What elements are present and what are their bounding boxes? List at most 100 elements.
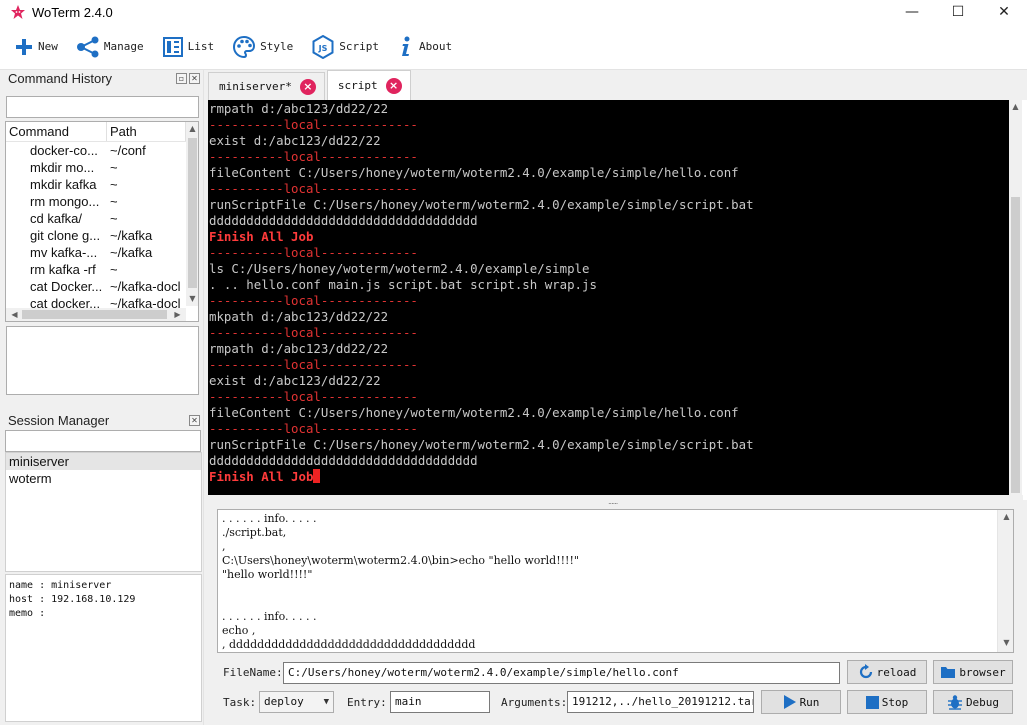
scroll-down-icon[interactable]: ▼ [998, 638, 1015, 647]
task-select[interactable]: deploy ▼ [259, 691, 334, 713]
terminal-line-text: ----------local------------- [209, 149, 418, 164]
terminal-output[interactable]: rmpath d:/abc123/dd22/22 ----------local-… [208, 100, 1009, 495]
command-detail-box[interactable] [6, 326, 199, 395]
entry-input[interactable]: main [390, 691, 490, 713]
table-row[interactable]: docker-co... ~/conf [6, 143, 186, 160]
script-button[interactable]: JS Script [311, 32, 379, 62]
list-panel-icon [162, 36, 183, 57]
browser-button[interactable]: browser [933, 660, 1013, 684]
close-window-button[interactable]: ✕ [981, 0, 1027, 24]
terminal-line-text: mkpath d:/abc123/dd22/22 [209, 309, 389, 324]
history-horizontal-scrollbar[interactable]: ◀ ▶ [6, 308, 186, 321]
chevron-down-icon: ▼ [323, 697, 329, 707]
script-log-line [222, 596, 1009, 610]
scroll-down-icon[interactable]: ▼ [184, 294, 198, 303]
scroll-left-icon[interactable]: ◀ [6, 310, 23, 319]
script-log-line: ./script.bat, [222, 526, 287, 539]
terminal-line-text: Finish All Job [209, 469, 314, 484]
stop-label: Stop [881, 695, 909, 709]
terminal-line: rmpath d:/abc123/dd22/22 [209, 341, 1009, 357]
history-vertical-scrollbar[interactable]: ▲ ▼ [184, 122, 198, 306]
new-button[interactable]: New [14, 32, 58, 62]
script-log-output[interactable]: . . . . . . info. . . . . ./script.bat,, C… [217, 509, 1014, 653]
browser-label: browser [959, 665, 1006, 679]
list-button[interactable]: List [162, 32, 214, 62]
app-logo-icon [10, 4, 26, 20]
debug-button[interactable]: Debug [933, 690, 1013, 714]
left-panel-divider[interactable] [203, 70, 204, 725]
arguments-input[interactable]: 191212,../hello_20191212.tar.gz [567, 691, 754, 713]
stop-button[interactable]: Stop [847, 690, 927, 714]
terminal-line: mkpath d:/abc123/dd22/22 [209, 309, 1009, 325]
session-info-name: name : miniserver [9, 580, 112, 591]
javascript-icon: JS [312, 34, 334, 59]
script-label: Script [339, 40, 379, 53]
terminal-line-text: exist d:/abc123/dd22/22 [209, 373, 381, 388]
terminal-scroll-thumb[interactable] [1011, 197, 1020, 493]
reload-icon [859, 664, 872, 679]
terminal-line: Finish All Job [209, 469, 1009, 485]
terminal-line: . .. hello.conf main.js script.bat scrip… [209, 277, 1009, 293]
panel-splitter[interactable]: ...... [208, 495, 1023, 506]
table-row[interactable]: cd kafka/ ~ [6, 211, 186, 228]
table-row[interactable]: mkdir mo... ~ [6, 160, 186, 177]
scroll-up-icon[interactable]: ▲ [998, 512, 1015, 521]
path-cell: ~ [110, 194, 118, 209]
minimize-button[interactable]: — [889, 0, 935, 24]
maximize-button[interactable]: ☐ [935, 0, 981, 24]
table-row[interactable]: mkdir kafka ~ [6, 177, 186, 194]
table-row[interactable]: rm kafka -rf ~ [6, 262, 186, 279]
session-search-input[interactable] [5, 430, 201, 452]
float-panel-icon[interactable]: ▫ [176, 73, 187, 84]
history-scroll-thumb[interactable] [188, 138, 197, 288]
close-tab-icon[interactable]: × [299, 78, 316, 95]
column-header-command[interactable]: Command [6, 122, 107, 141]
terminal-line: ----------local------------- [209, 245, 1009, 261]
session-item-woterm[interactable]: woterm [6, 470, 201, 487]
table-row[interactable]: git clone g... ~/kafka [6, 228, 186, 245]
about-label: About [419, 40, 453, 53]
run-button[interactable]: Run [761, 690, 841, 714]
reload-label: reload [876, 665, 917, 679]
style-label: Style [260, 40, 294, 53]
scroll-up-icon[interactable]: ▲ [184, 124, 198, 133]
tab-script[interactable]: script × [326, 70, 411, 100]
column-header-path[interactable]: Path [107, 122, 186, 141]
table-row[interactable]: cat Docker... ~/kafka-docl [6, 279, 186, 296]
style-button[interactable]: Style [232, 32, 293, 62]
manage-button[interactable]: Manage [76, 32, 144, 62]
terminal-line: runScriptFile C:/Users/honey/woterm/wote… [209, 437, 1009, 453]
reload-button[interactable]: reload [847, 660, 927, 684]
about-button[interactable]: About [397, 32, 452, 62]
script-log-vertical-scrollbar[interactable]: ▲ ▼ [997, 510, 1013, 652]
tab-miniserver[interactable]: miniserver* × [208, 72, 325, 100]
close-tab-icon[interactable]: × [385, 77, 402, 94]
table-row[interactable]: mv kafka-... ~/kafka [6, 245, 186, 262]
right-edge [1022, 100, 1027, 500]
terminal-line: ----------local------------- [209, 421, 1009, 437]
history-search-input[interactable] [6, 96, 199, 118]
command-cell: cd kafka/ [30, 211, 83, 226]
stop-icon [865, 695, 879, 709]
task-select-value: deploy [264, 695, 304, 708]
palette-icon [233, 35, 256, 58]
script-log-line: . . . . . . info. . . . . [222, 610, 317, 623]
tab-script-label: script [337, 79, 378, 92]
new-label: New [38, 40, 58, 53]
scroll-right-icon[interactable]: ▶ [169, 310, 186, 319]
close-panel-icon[interactable]: ✕ [189, 73, 200, 84]
share-nodes-icon [76, 36, 99, 57]
filename-input[interactable]: C:/Users/honey/woterm/woterm2.4.0/exampl… [283, 662, 840, 684]
terminal-line: exist d:/abc123/dd22/22 [209, 133, 1009, 149]
terminal-line-text: dddddddddddddddddddddddddddddddddddd [209, 213, 478, 228]
command-cell: mkdir kafka [30, 177, 97, 192]
script-log-line: . . . . . . info. . . . . [222, 512, 317, 525]
splitter-grip-icon[interactable]: ...... [608, 497, 618, 506]
history-hscroll-thumb[interactable] [22, 310, 167, 319]
session-manager-title: Session Manager [8, 413, 110, 428]
table-row[interactable]: rm mongo... ~ [6, 194, 186, 211]
session-item-miniserver[interactable]: miniserver [6, 453, 201, 470]
command-cell: cat Docker... [30, 279, 103, 294]
close-session-panel-icon[interactable]: ✕ [189, 415, 200, 426]
terminal-vertical-scrollbar[interactable]: ▲ [1009, 100, 1022, 495]
